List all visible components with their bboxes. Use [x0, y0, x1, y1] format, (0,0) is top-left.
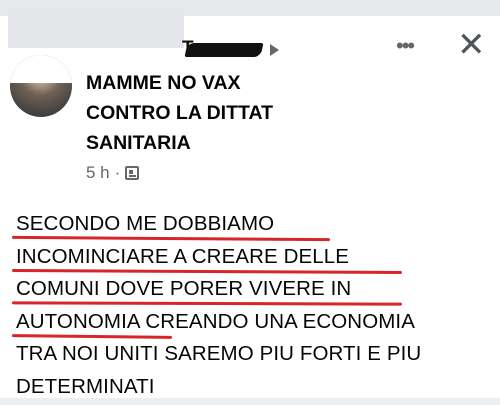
post-line-text: SECONDO ME DOBBIAMO — [16, 212, 275, 235]
post-line-text: INCOMINCIARE A CREARE DELLE — [16, 244, 350, 268]
author-row — [184, 40, 279, 60]
post-meta: 5 h · — [86, 163, 140, 183]
post-body: SECONDO ME DOBBIAMO INCOMINCIARE A CREAR… — [11, 208, 496, 403]
group-name[interactable]: MAMME NO VAX CONTRO LA DITTAT SANITARIA — [86, 68, 318, 158]
post-line: INCOMINCIARE A CREARE DELLE — [11, 241, 496, 274]
meta-separator: · — [114, 163, 121, 182]
post-line-text: AUTONOMIA CREANDO UNA ECONOMIA — [16, 309, 416, 333]
redacted-author-name — [184, 43, 264, 57]
avatar[interactable] — [10, 55, 72, 117]
post-line-text: DETERMINATI — [16, 374, 155, 398]
post-line: AUTONOMIA CREANDO UNA ECONOMIA — [11, 306, 496, 339]
redacted-area — [8, 8, 184, 48]
triangle-right-icon — [270, 44, 279, 56]
post-line: TRA NOI UNITI SAREMO PIU FORTI E PIU — [16, 338, 496, 371]
post-line: COMUNI DOVE PORER VIVERE IN — [11, 273, 496, 306]
group-privacy-icon[interactable] — [125, 166, 140, 180]
post-line-text: TRA NOI UNITI SAREMO PIU FORTI E PIU — [16, 342, 422, 365]
avatar-mask — [10, 55, 72, 83]
more-options-icon[interactable]: ••• — [396, 35, 415, 57]
post-time[interactable]: 5 h — [86, 163, 110, 183]
close-icon[interactable]: ✕ — [457, 28, 486, 62]
bottom-bar — [0, 398, 500, 405]
post-line: SECONDO ME DOBBIAMO — [11, 208, 496, 242]
post-line-text: COMUNI DOVE PORER VIVERE IN — [16, 277, 352, 300]
